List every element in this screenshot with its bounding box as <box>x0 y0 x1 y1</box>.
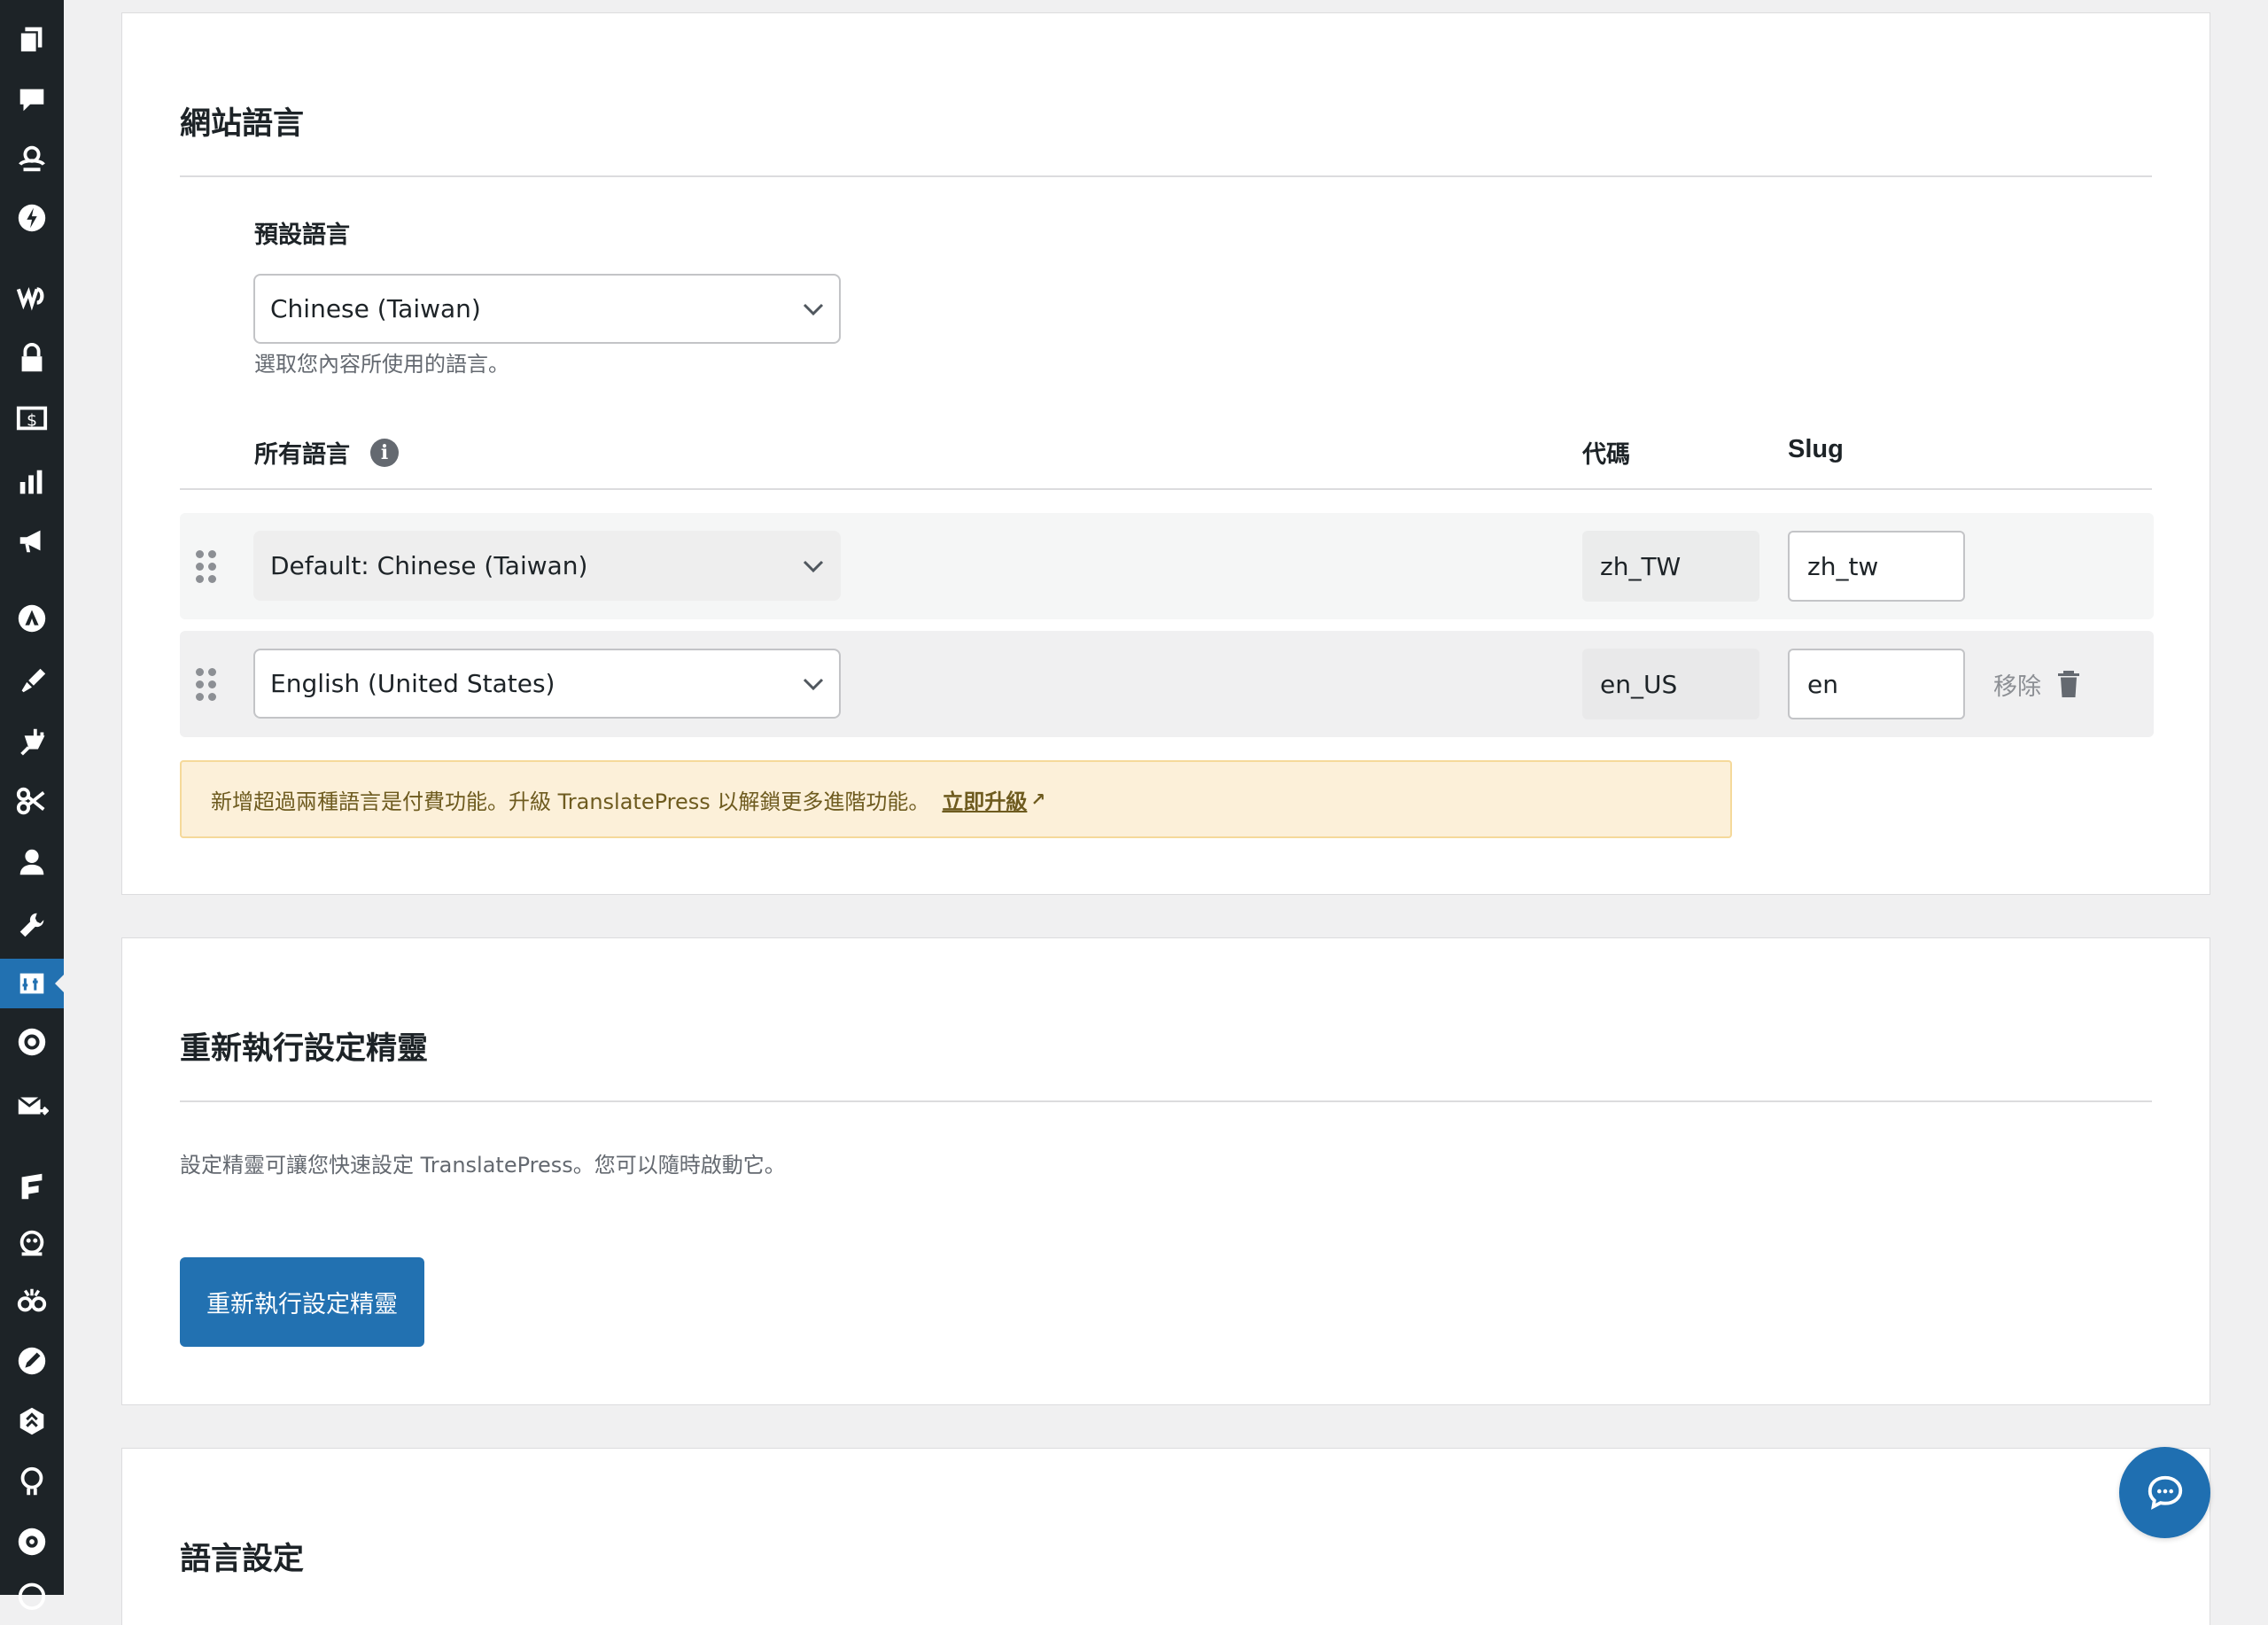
upgrade-now-link[interactable]: 立即升級 <box>942 784 1027 815</box>
language-settings-title: 語言設定 <box>180 1542 305 1577</box>
settings-wrench-icon[interactable] <box>0 900 64 950</box>
chat-support-button[interactable] <box>2119 1447 2210 1538</box>
more-icon[interactable] <box>0 1568 64 1618</box>
language-row: English (United States) en_US en 移除 <box>180 631 2154 737</box>
slug-input[interactable]: en <box>1788 649 1965 719</box>
drag-handle-icon[interactable] <box>196 668 219 704</box>
external-link-icon: ↗ <box>1030 789 1046 810</box>
rerun-wizard-button[interactable]: 重新執行設定精靈 <box>180 1257 424 1347</box>
woo-icon[interactable] <box>0 271 64 321</box>
setup-wizard-description: 設定精靈可讓您快速設定 TranslatePress。您可以隨時啟動它。 <box>180 1153 786 1178</box>
setup-wizard-title: 重新執行設定精靈 <box>180 1031 429 1067</box>
website-language-card: 網站語言 預設語言 Chinese (Taiwan) 選取您內容所使用的語言。 … <box>121 12 2210 895</box>
upgrade-notice-text: 新增超過兩種語言是付費功能。升級 TranslatePress 以解鎖更多進階功… <box>211 789 930 814</box>
chevron-down-icon <box>803 303 824 315</box>
divider <box>180 1100 2152 1102</box>
info-icon[interactable]: i <box>370 439 399 467</box>
remove-language-button[interactable]: 移除 <box>1993 668 2082 701</box>
eye-icon[interactable] <box>0 1517 64 1567</box>
mail-icon[interactable] <box>0 1081 64 1131</box>
translatepress-icon[interactable] <box>0 959 64 1008</box>
slug-column-header: Slug <box>1788 435 1844 463</box>
language-select: Default: Chinese (Taiwan) <box>253 531 841 601</box>
appearance-icon[interactable] <box>0 656 64 705</box>
default-language-description: 選取您內容所使用的語言。 <box>254 352 509 377</box>
language-code: en_US <box>1582 649 1759 719</box>
chat-icon <box>2148 1475 2182 1510</box>
website-language-title: 網站語言 <box>180 106 305 142</box>
language-code: zh_TW <box>1582 531 1759 602</box>
users-icon[interactable] <box>0 838 64 888</box>
tools-scissors-icon[interactable] <box>0 776 64 826</box>
default-language-value: Chinese (Taiwan) <box>270 294 481 323</box>
svg-text:$: $ <box>27 411 37 431</box>
divider <box>180 488 2152 490</box>
admin-sidebar: $ <box>0 0 64 1610</box>
remove-label: 移除 <box>1993 673 2041 701</box>
store-icon[interactable] <box>0 335 64 385</box>
bug-icon[interactable] <box>0 133 64 183</box>
brain-icon[interactable] <box>0 1457 64 1506</box>
comments-icon[interactable] <box>0 74 64 124</box>
language-settings-card: 語言設定 <box>121 1448 2210 1625</box>
all-languages-label: 所有語言 <box>254 441 350 469</box>
payments-icon[interactable]: $ <box>0 393 64 443</box>
bot-icon[interactable] <box>0 1217 64 1267</box>
chevron-down-icon <box>803 678 824 690</box>
analytics-icon[interactable] <box>0 457 64 507</box>
default-language-select[interactable]: Chinese (Taiwan) <box>253 274 841 344</box>
forms-icon[interactable] <box>0 1161 64 1210</box>
chevron-down-icon <box>803 560 824 572</box>
community-icon[interactable] <box>0 1276 64 1326</box>
default-language-label: 預設語言 <box>254 222 350 249</box>
language-name: Default: Chinese (Taiwan) <box>270 551 588 580</box>
language-select[interactable]: English (United States) <box>253 649 841 719</box>
trash-icon <box>2058 671 2079 697</box>
upgrade-notice: 新增超過兩種語言是付費功能。升級 TranslatePress 以解鎖更多進階功… <box>180 760 1732 838</box>
astra-icon[interactable] <box>0 594 64 643</box>
drag-handle-icon[interactable] <box>196 550 219 586</box>
gear-circle-icon[interactable] <box>0 1017 64 1067</box>
setup-wizard-card: 重新執行設定精靈 設定精靈可讓您快速設定 TranslatePress。您可以隨… <box>121 937 2210 1405</box>
slug-input[interactable]: zh_tw <box>1788 531 1965 602</box>
code-column-header: 代碼 <box>1582 441 1630 469</box>
plugins-icon[interactable] <box>0 716 64 766</box>
divider <box>180 175 2152 177</box>
bolt-icon[interactable] <box>0 193 64 243</box>
updraft-icon[interactable] <box>0 1396 64 1446</box>
pages-icon[interactable] <box>0 14 64 64</box>
marketing-icon[interactable] <box>0 516 64 565</box>
language-name: English (United States) <box>270 669 555 698</box>
language-row: Default: Chinese (Taiwan) zh_TW zh_tw <box>180 513 2154 619</box>
rocket-icon[interactable] <box>0 1336 64 1386</box>
